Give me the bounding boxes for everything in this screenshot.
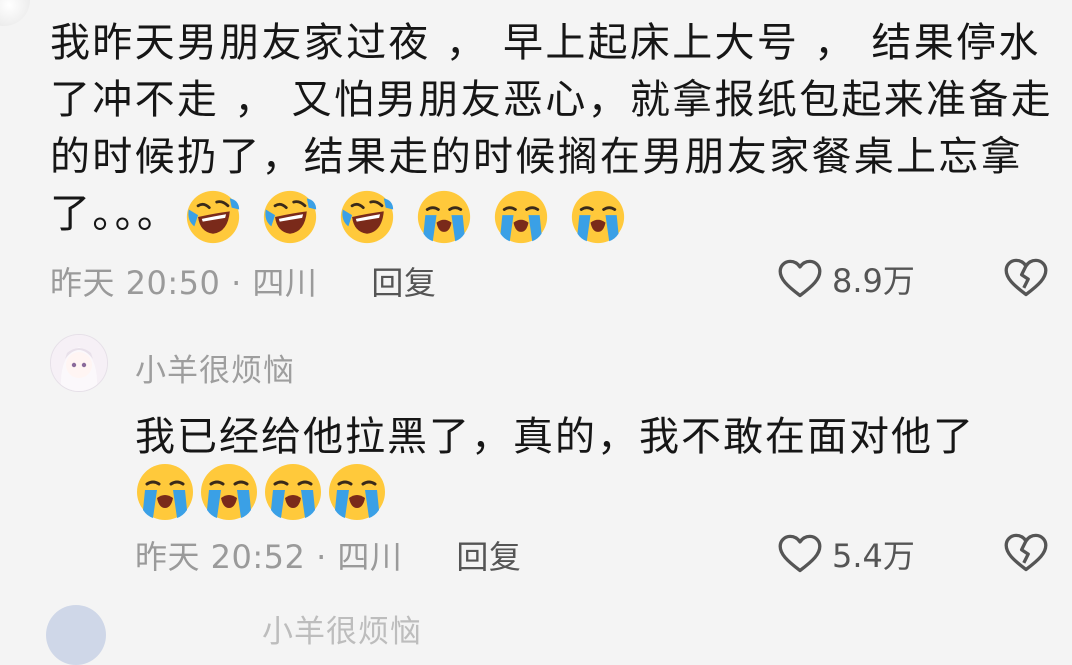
laugh-cry-icon — [339, 189, 395, 245]
reply-author[interactable]: 小羊很烦恼 — [135, 345, 295, 390]
comment-timestamp-location: 昨天 20:50 · 四川 — [50, 264, 318, 302]
comment-body: 我昨天男朋友家过夜 ， 早上起床上大号 ， 结果停水了冲不走 ， 又怕男朋友恶心… — [50, 15, 1055, 245]
crying-face-icon — [135, 462, 195, 522]
comment-meta: 昨天 20:50 · 四川 回复 — [50, 258, 436, 304]
laugh-cry-icon — [185, 189, 241, 245]
reply-avatar[interactable] — [50, 334, 108, 392]
like-button[interactable]: 8.9万 — [778, 256, 915, 302]
anime-avatar-icon — [51, 335, 107, 391]
crying-face-icon — [570, 189, 626, 245]
like-count: 5.4万 — [832, 537, 915, 575]
laugh-cry-icon — [262, 189, 318, 245]
heart-icon — [778, 534, 822, 574]
crying-face-icon — [263, 462, 323, 522]
crying-face-icon — [493, 189, 549, 245]
reply-text: 我已经给他拉黑了，真的，我不敢在面对他了 — [135, 414, 975, 460]
heart-icon — [778, 259, 822, 299]
reply-timestamp-location: 昨天 20:52 · 四川 — [135, 538, 403, 576]
avatar[interactable] — [0, 0, 30, 26]
reply-button[interactable]: 回复 — [456, 538, 521, 576]
reply-emojis — [135, 462, 391, 522]
crying-face-icon — [199, 462, 259, 522]
reply-button[interactable]: 回复 — [371, 264, 436, 302]
reply-avatar[interactable] — [46, 605, 106, 665]
dislike-icon[interactable] — [1004, 258, 1048, 298]
reply-meta: 昨天 20:52 · 四川 回复 — [135, 532, 521, 578]
crying-face-icon — [416, 189, 472, 245]
dislike-icon[interactable] — [1004, 533, 1048, 573]
like-button[interactable]: 5.4万 — [778, 531, 915, 577]
like-count: 8.9万 — [832, 262, 915, 300]
comment-emojis — [179, 187, 626, 245]
crying-face-icon — [327, 462, 387, 522]
